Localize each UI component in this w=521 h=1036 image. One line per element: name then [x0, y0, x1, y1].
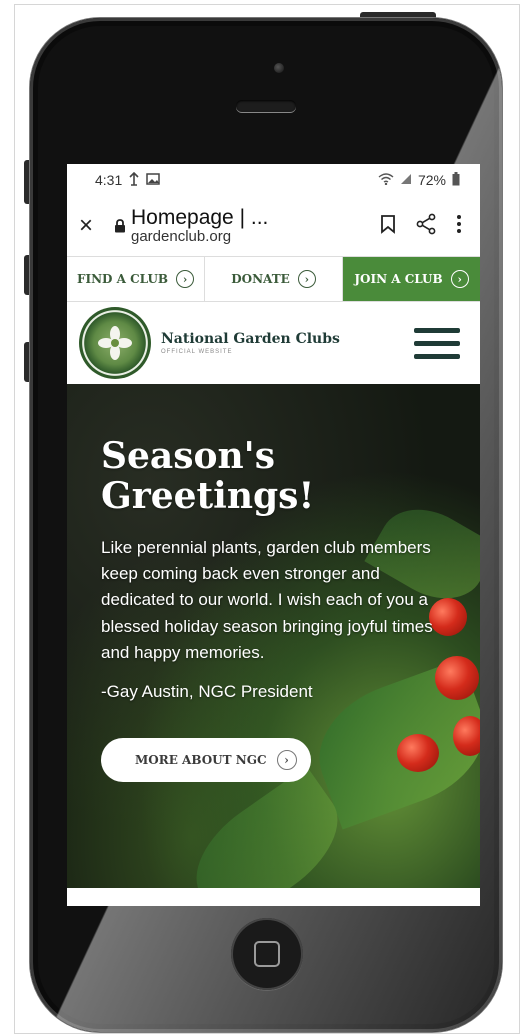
hero-title: Season's Greetings! [101, 436, 451, 517]
url-address[interactable]: Homepage | ... gardenclub.org [131, 207, 380, 245]
join-a-club-button[interactable]: JOIN A CLUB › [343, 257, 480, 301]
hero-title-line1: Season's [101, 435, 275, 477]
home-button[interactable] [231, 918, 303, 990]
status-bar: 4:31 72% [67, 164, 480, 196]
more-options-icon[interactable] [456, 214, 462, 239]
browser-url-bar: × Homepage | ... gardenclub.org [67, 196, 480, 256]
wifi-icon [378, 172, 394, 188]
front-camera [274, 63, 284, 73]
chevron-right-icon: › [450, 270, 469, 288]
brand-name: National Garden Clubs [161, 331, 340, 347]
find-a-club-label: FIND A CLUB [76, 272, 169, 286]
ngc-logo[interactable] [79, 307, 151, 379]
hamburger-menu-icon[interactable] [414, 327, 468, 359]
earpiece-speaker [236, 100, 296, 112]
holly-berry [453, 716, 480, 756]
page-title: Homepage | ... [131, 207, 269, 230]
close-tab-icon[interactable]: × [79, 212, 109, 240]
join-a-club-label: JOIN A CLUB [354, 272, 443, 286]
chevron-right-icon: › [297, 270, 316, 288]
flower-logo-icon [98, 326, 132, 360]
signal-icon [128, 171, 140, 189]
site-header: National Garden Clubs OFFICIAL WEBSITE [67, 302, 480, 384]
more-about-ngc-button[interactable]: MORE ABOUT NGC › [101, 738, 311, 783]
donate-label: DONATE [231, 272, 290, 286]
battery-icon [452, 171, 460, 189]
bookmark-icon[interactable] [380, 214, 396, 239]
hero-banner: Season's Greetings! Like perennial plant… [67, 384, 480, 888]
brand-tagline: OFFICIAL WEBSITE [161, 349, 233, 355]
hero-body: Like perennial plants, garden club membe… [101, 537, 433, 662]
phone-screen: 4:31 72% × Homepage | ... gardenclub.org… [67, 164, 480, 906]
more-about-ngc-label: MORE ABOUT NGC [135, 753, 267, 768]
hero-signature: -Gay Austin, NGC President [101, 682, 313, 702]
cell-signal-icon [400, 172, 412, 188]
hero-title-line2: Greetings! [101, 475, 315, 518]
page-domain: gardenclub.org [131, 228, 232, 246]
image-icon [146, 172, 160, 188]
chevron-right-icon: › [176, 270, 195, 288]
lock-icon [109, 219, 131, 233]
status-time: 4:31 [95, 172, 123, 188]
donate-button[interactable]: DONATE › [205, 257, 343, 301]
cta-bar: FIND A CLUB › DONATE › JOIN A CLUB › [67, 256, 480, 302]
battery-percent: 72% [417, 172, 446, 188]
chevron-right-icon: › [276, 750, 297, 771]
home-square-icon [254, 941, 280, 967]
share-icon[interactable] [416, 213, 436, 240]
find-a-club-button[interactable]: FIND A CLUB › [67, 257, 205, 301]
